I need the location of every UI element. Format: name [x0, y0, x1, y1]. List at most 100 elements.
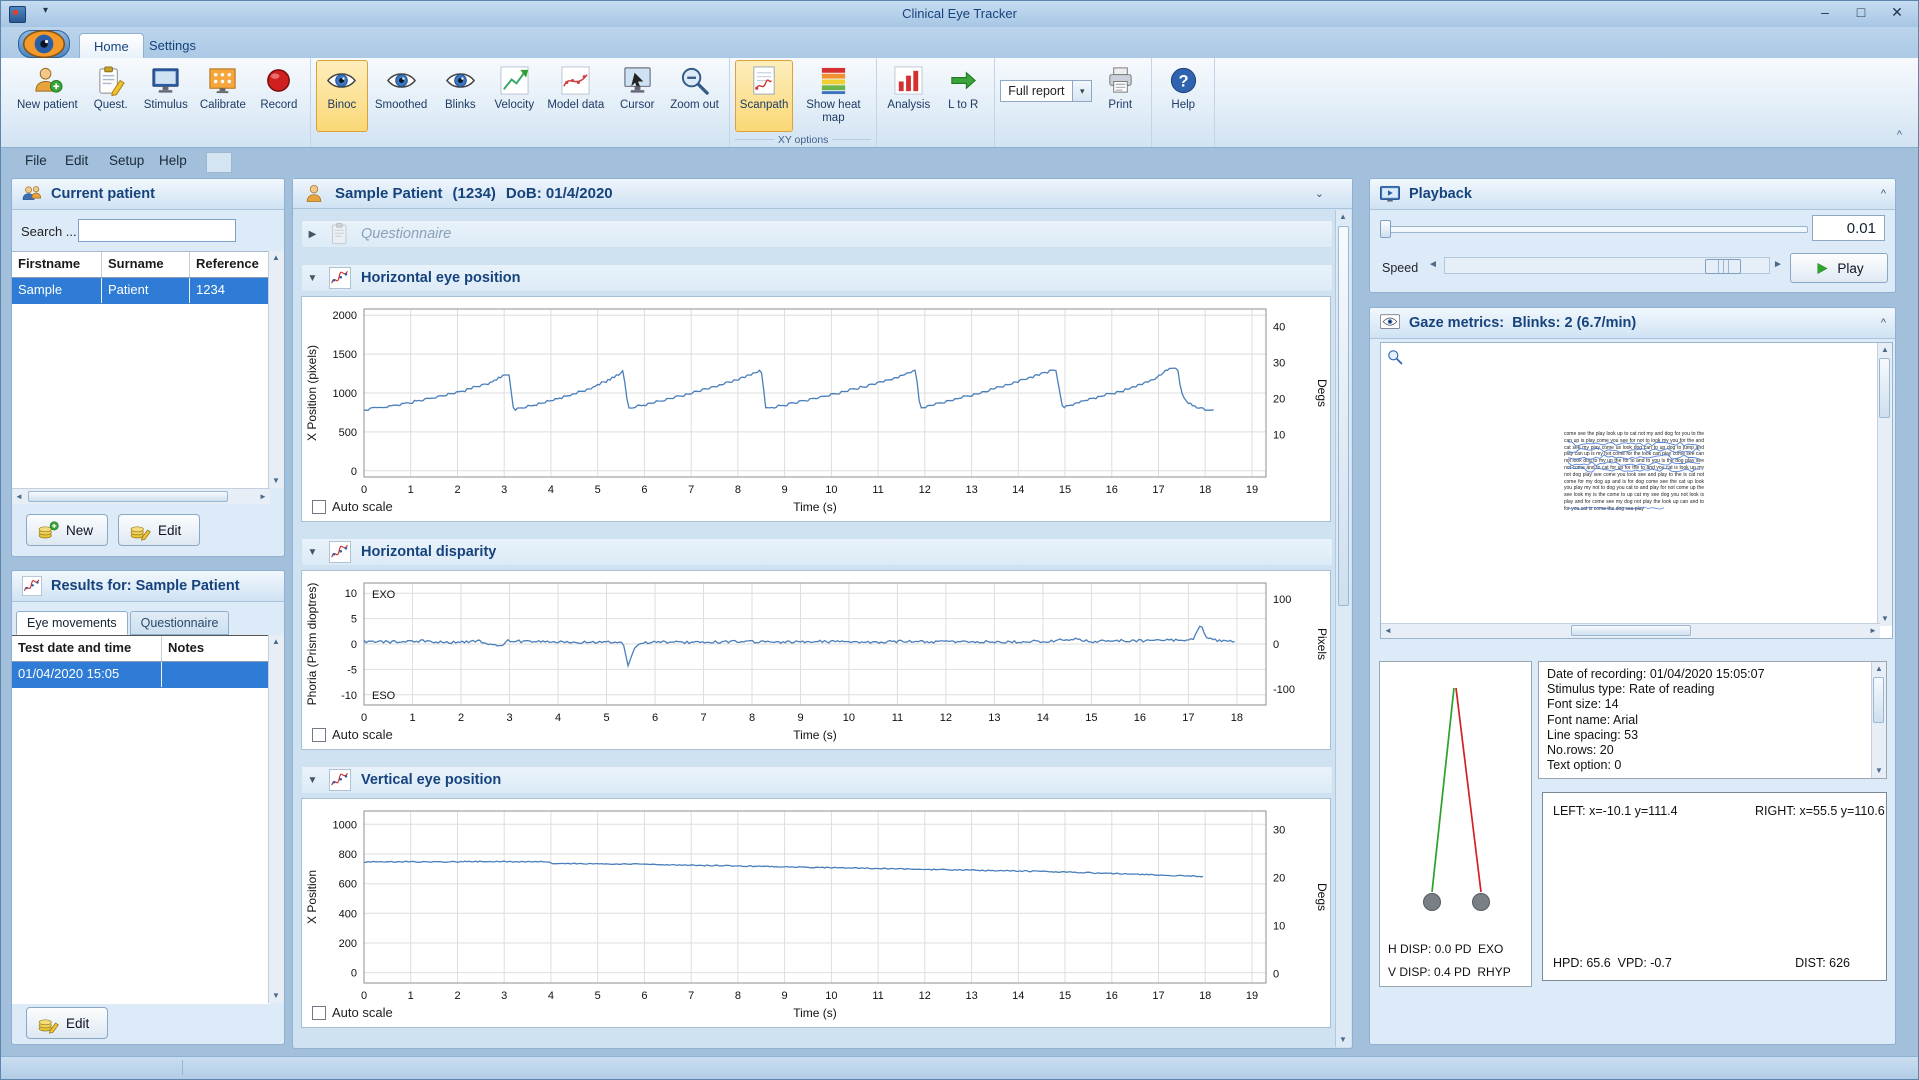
scroll-up-arrow[interactable]: ▲ — [1872, 662, 1886, 676]
column-header[interactable]: Firstname — [12, 252, 102, 277]
menu-help[interactable]: Help — [159, 153, 187, 168]
tab-questionnaire[interactable]: Questionnaire — [130, 611, 230, 635]
scroll-up-arrow[interactable]: ▲ — [1336, 210, 1350, 224]
report-type-dropdown[interactable]: Full report▾ — [1000, 80, 1092, 102]
scroll-up-arrow[interactable]: ▲ — [269, 251, 283, 265]
vertical-eye-position-plot[interactable]: 0123456789101112131415161718190200400600… — [302, 799, 1330, 1027]
speed-slider-thumb[interactable] — [1705, 259, 1741, 274]
auto-scale-checkbox[interactable]: Auto scale — [312, 1005, 393, 1020]
scrollbar-thumb[interactable] — [28, 491, 228, 502]
ribbon-button-blinks[interactable]: Blinks — [434, 60, 486, 132]
scroll-right-arrow[interactable]: ► — [256, 490, 270, 504]
scanpath-thumbnail[interactable]: come see the play look up to cat not my … — [1564, 431, 1704, 569]
scroll-down-arrow[interactable]: ▼ — [1878, 612, 1892, 626]
speed-increase-arrow[interactable]: ► — [1773, 259, 1783, 270]
menu-edit[interactable]: Edit — [65, 153, 88, 168]
play-button[interactable]: Play — [1790, 253, 1888, 283]
tab-eye-movements[interactable]: Eye movements — [16, 611, 128, 635]
chevron-up-icon[interactable]: ^ — [1881, 317, 1886, 329]
column-header[interactable]: Notes — [162, 636, 270, 661]
ribbon-button-print[interactable]: Print — [1094, 60, 1146, 132]
ribbon-button-model-data[interactable]: Model data — [542, 60, 609, 132]
collapse-arrow-icon[interactable]: ▼ — [306, 775, 319, 786]
ribbon-button-zoom-out[interactable]: Zoom out — [665, 60, 724, 132]
scroll-up-arrow[interactable]: ▲ — [269, 635, 283, 649]
column-header[interactable]: Reference — [190, 252, 270, 277]
chevron-up-icon[interactable]: ^ — [1881, 188, 1886, 200]
info-vertical-scrollbar[interactable]: ▲ ▼ — [1871, 662, 1886, 778]
edit-patient-button[interactable]: Edit — [118, 514, 200, 546]
ribbon-button-analysis[interactable]: Analysis — [882, 60, 935, 132]
ribbon-button-show-heat-map[interactable]: Show heat map — [795, 60, 871, 132]
scrollbar-thumb[interactable] — [1873, 677, 1884, 723]
ribbon-button-new-patient[interactable]: New patient — [12, 60, 83, 132]
section-questionnaire[interactable]: ▶Questionnaire — [301, 220, 1333, 248]
scroll-down-arrow[interactable]: ▼ — [269, 989, 283, 1003]
scrollbar-thumb[interactable] — [1338, 226, 1349, 606]
scroll-left-arrow[interactable]: ◄ — [12, 490, 26, 504]
maximize-button[interactable]: □ — [1852, 4, 1870, 21]
patient-row[interactable]: SamplePatient1234 — [12, 278, 270, 304]
tab-settings[interactable]: Settings — [135, 33, 210, 58]
section-horizontal-eye-position[interactable]: ▼Horizontal eye position — [301, 264, 1333, 292]
patient-table-horizontal-scrollbar[interactable]: ◄ ► — [12, 488, 270, 504]
ribbon-button-cursor[interactable]: Cursor — [611, 60, 663, 132]
new-patient-button[interactable]: New — [26, 514, 108, 546]
search-input[interactable] — [78, 219, 236, 242]
scroll-down-arrow[interactable]: ▼ — [1336, 1033, 1350, 1047]
horizontal-disparity-plot[interactable]: 0123456789101112131415161718-10-50510-10… — [302, 571, 1330, 749]
speed-slider[interactable] — [1444, 257, 1770, 274]
ribbon-button-help[interactable]: ?Help — [1157, 60, 1209, 132]
scroll-down-arrow[interactable]: ▼ — [1872, 764, 1886, 778]
minimize-button[interactable]: – — [1816, 4, 1834, 21]
canvas-vertical-scrollbar[interactable]: ▲ ▼ — [1877, 343, 1892, 626]
dropdown-arrow-icon[interactable]: ▾ — [1072, 81, 1091, 101]
application-menu-button[interactable] — [18, 30, 70, 58]
patient-header-bar[interactable]: Sample Patient (1234) DoB: 01/4/2020 ⌄ — [293, 179, 1352, 209]
section-horizontal-disparity[interactable]: ▼Horizontal disparity — [301, 538, 1333, 566]
svg-text:?: ? — [1178, 72, 1188, 90]
results-table-vertical-scrollbar[interactable]: ▲ ▼ — [268, 635, 284, 1003]
patient-table-vertical-scrollbar[interactable]: ▲ ▼ — [268, 251, 284, 488]
chevron-down-icon[interactable]: ⌄ — [1315, 187, 1324, 200]
scroll-up-arrow[interactable]: ▲ — [1878, 343, 1892, 357]
ribbon-button-stimulus[interactable]: Stimulus — [139, 60, 193, 132]
collapse-arrow-icon[interactable]: ▼ — [306, 547, 319, 558]
close-button[interactable]: ✕ — [1888, 4, 1906, 21]
scroll-left-arrow[interactable]: ◄ — [1381, 624, 1395, 638]
scroll-right-arrow[interactable]: ► — [1866, 624, 1880, 638]
svg-text:Degs: Degs — [1315, 883, 1329, 911]
ribbon-button-quest[interactable]: Quest. — [85, 60, 137, 132]
scrollbar-thumb[interactable] — [1571, 625, 1691, 636]
magnifier-icon[interactable] — [1386, 348, 1404, 366]
auto-scale-checkbox[interactable]: Auto scale — [312, 499, 393, 514]
horizontal-eye-position-plot[interactable]: 0123456789101112131415161718190500100015… — [302, 297, 1330, 521]
section-vertical-eye-position[interactable]: ▼Vertical eye position — [301, 766, 1333, 794]
collapse-arrow-icon[interactable]: ▼ — [306, 273, 319, 284]
collapse-ribbon-button[interactable]: ^ — [1897, 129, 1902, 141]
ribbon-button-velocity[interactable]: Velocity — [488, 60, 540, 132]
menu-file[interactable]: File — [25, 153, 47, 168]
main-vertical-scrollbar[interactable]: ▲ ▼ — [1335, 210, 1351, 1047]
menu-setup[interactable]: Setup — [109, 153, 144, 168]
canvas-horizontal-scrollbar[interactable]: ◄ ► — [1381, 623, 1880, 638]
edit-result-button[interactable]: Edit — [26, 1007, 108, 1039]
expand-arrow-icon[interactable]: ▶ — [306, 229, 319, 240]
scrollbar-thumb[interactable] — [1879, 358, 1890, 418]
scroll-down-arrow[interactable]: ▼ — [269, 474, 283, 488]
result-row[interactable]: 01/04/2020 15:05 — [12, 662, 270, 688]
column-header[interactable]: Surname — [102, 252, 190, 277]
ribbon-button-binoc[interactable]: Binoc — [316, 60, 368, 132]
ribbon-button-l-to-r[interactable]: L to R — [937, 60, 989, 132]
playback-position-slider[interactable] — [1382, 226, 1808, 233]
scanpath-canvas[interactable]: come see the play look up to cat not my … — [1380, 342, 1893, 639]
ribbon-button-smoothed[interactable]: Smoothed — [370, 60, 432, 132]
playback-slider-thumb[interactable] — [1380, 220, 1391, 238]
ribbon-button-record[interactable]: Record — [253, 60, 305, 132]
ribbon-button-calibrate[interactable]: Calibrate — [195, 60, 251, 132]
speed-decrease-arrow[interactable]: ◄ — [1428, 259, 1438, 270]
tab-home[interactable]: Home — [79, 33, 144, 58]
ribbon-button-scanpath[interactable]: Scanpath — [735, 60, 794, 132]
column-header[interactable]: Test date and time — [12, 636, 162, 661]
auto-scale-checkbox[interactable]: Auto scale — [312, 727, 393, 742]
